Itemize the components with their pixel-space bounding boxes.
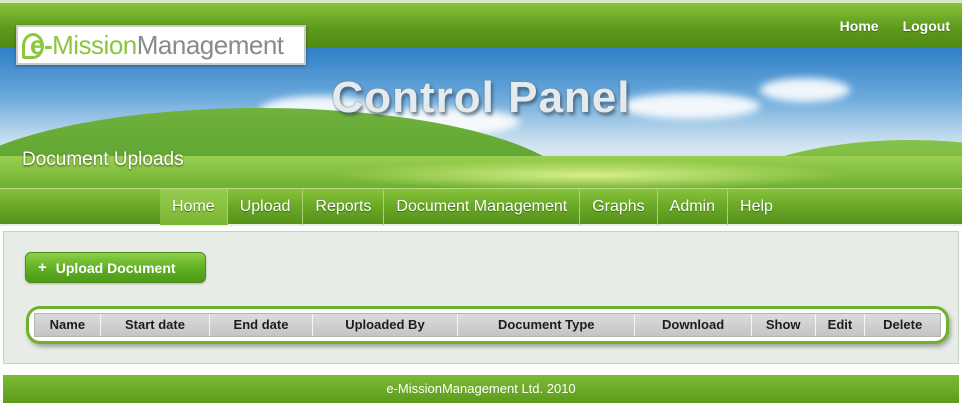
documents-table: Name Start date End date Uploaded By Doc… — [26, 306, 949, 344]
table-header: Name Start date End date Uploaded By Doc… — [34, 313, 941, 337]
nav-help[interactable]: Help — [728, 189, 785, 225]
nav-home[interactable]: Home — [160, 189, 228, 225]
column-header-document-type[interactable]: Document Type — [458, 314, 636, 336]
column-header-download[interactable]: Download — [635, 314, 752, 336]
column-header-start-date[interactable]: Start date — [101, 314, 211, 336]
main-nav-bar: Home Upload Reports Document Management … — [0, 188, 962, 226]
upload-document-button[interactable]: + Upload Document — [25, 252, 206, 283]
main-nav: Home Upload Reports Document Management … — [160, 189, 785, 225]
column-header-delete[interactable]: Delete — [865, 314, 940, 336]
column-header-show[interactable]: Show — [752, 314, 816, 336]
field-highlight — [330, 160, 850, 188]
nav-upload[interactable]: Upload — [228, 189, 304, 225]
content-panel: + Upload Document Name Start date End da… — [3, 231, 959, 364]
nav-graphs[interactable]: Graphs — [580, 189, 658, 225]
logo-e: e- — [30, 30, 53, 60]
nav-document-management[interactable]: Document Management — [384, 189, 581, 225]
banner: Control Panel Document Uploads — [0, 48, 962, 188]
logo-management: Management — [136, 30, 284, 60]
logo-mission: Mission — [52, 30, 137, 60]
column-header-edit[interactable]: Edit — [816, 314, 866, 336]
page-heading: Document Uploads — [22, 149, 184, 170]
top-link-home[interactable]: Home — [840, 18, 879, 34]
upload-document-label: Upload Document — [55, 259, 176, 276]
logo-text: e-MissionManagement — [30, 32, 284, 58]
logo[interactable]: e-MissionManagement — [16, 25, 306, 65]
control-panel-title: Control Panel — [331, 73, 631, 122]
top-links: Home Logout — [840, 18, 950, 34]
column-header-uploaded-by[interactable]: Uploaded By — [313, 314, 459, 336]
top-link-logout[interactable]: Logout — [903, 18, 950, 34]
column-header-end-date[interactable]: End date — [210, 314, 313, 336]
nav-reports[interactable]: Reports — [303, 189, 385, 225]
nav-admin[interactable]: Admin — [658, 189, 729, 225]
column-header-name[interactable]: Name — [35, 314, 101, 336]
footer: e-MissionManagement Ltd. 2010 — [3, 375, 959, 403]
plus-icon: + — [38, 259, 47, 276]
